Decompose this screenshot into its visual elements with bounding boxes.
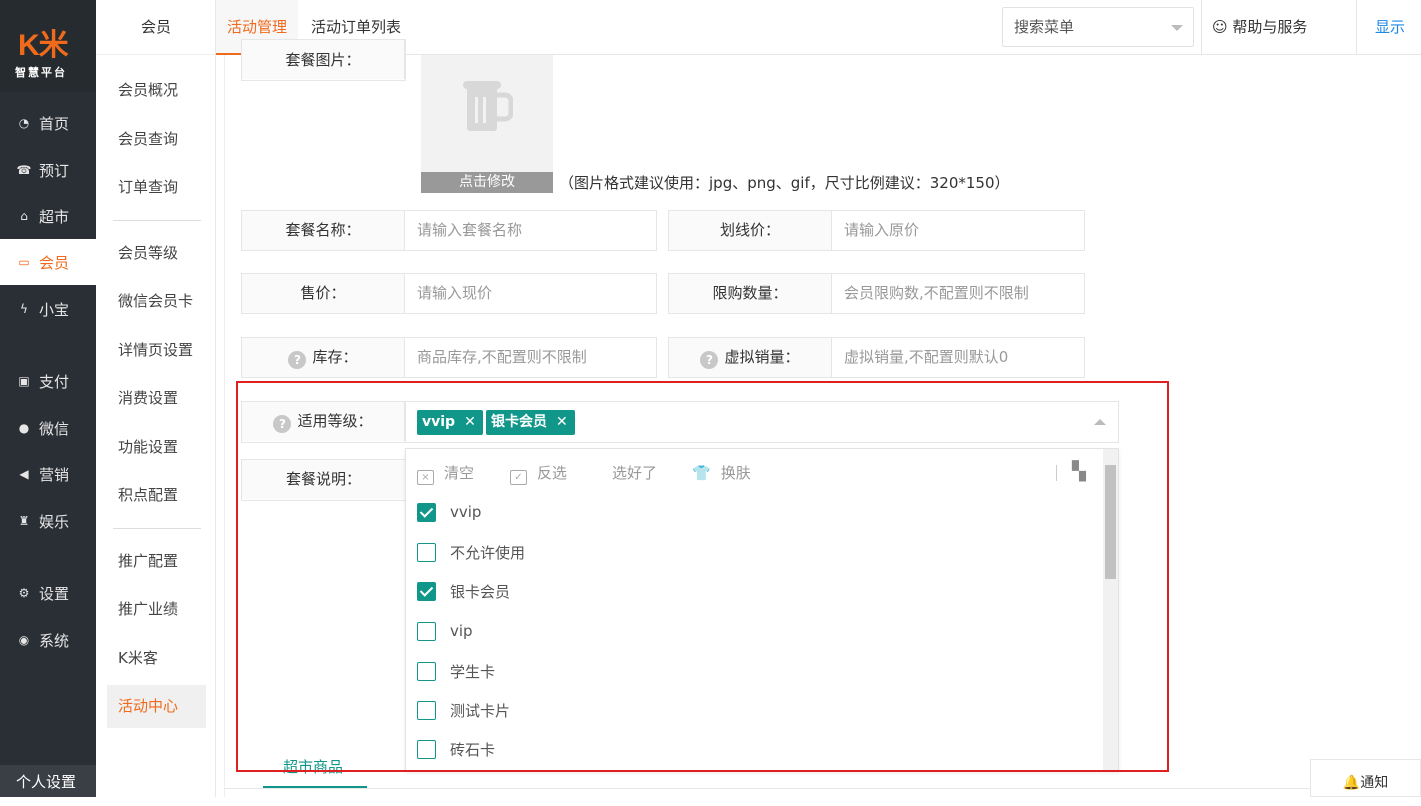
divider: [113, 528, 201, 529]
sub-item[interactable]: 推广业绩: [107, 588, 206, 631]
beer-icon: [463, 81, 513, 131]
sub-item[interactable]: 微信会员卡: [107, 280, 206, 323]
help-label: 帮助与服务: [1232, 18, 1308, 36]
field-label: ? 库存：: [242, 338, 405, 377]
nav-settings[interactable]: ⚙ 设置: [0, 570, 96, 616]
nav-label: 会员: [39, 253, 70, 272]
divider: [225, 788, 1405, 789]
original-price-input[interactable]: 请输入原价: [844, 211, 919, 250]
sub-item[interactable]: 会员等级: [107, 232, 206, 275]
sub-item[interactable]: 消费设置: [107, 377, 206, 420]
nav-wechat[interactable]: ● 微信: [0, 405, 96, 451]
sub-item[interactable]: 订单查询: [107, 166, 206, 209]
notify-button[interactable]: 🔔通知: [1310, 759, 1421, 797]
limit-field[interactable]: 限购数量： 会员限购数,不配置则不限制: [668, 273, 1085, 314]
help-icon[interactable]: ?: [288, 351, 307, 369]
nav-market[interactable]: ⌂ 超市: [0, 193, 96, 239]
brand-logo[interactable]: K米 智慧平台: [0, 0, 96, 92]
nav-label: 小宝: [39, 300, 70, 319]
nav-label: 预订: [39, 161, 70, 180]
xiaobao-icon: ϟ: [20, 302, 28, 316]
field-label: 套餐名称：: [242, 211, 405, 250]
field-label-text: 虚拟销量：: [724, 348, 800, 366]
help-link[interactable]: ☺ 帮助与服务: [1212, 0, 1307, 55]
highlight-box: [236, 381, 1169, 772]
field-label: 划线价：: [669, 211, 832, 250]
name-field[interactable]: 套餐名称： 请输入套餐名称: [241, 210, 657, 251]
nav-booking[interactable]: ☎ 预订: [0, 147, 96, 193]
sub-item-activity-center[interactable]: 活动中心: [107, 685, 206, 728]
package-image[interactable]: 点击修改: [421, 55, 553, 193]
notify-label: 通知: [1360, 775, 1389, 791]
image-field-label: 套餐图片：: [241, 39, 406, 81]
field-label: 套餐图片：: [242, 40, 405, 79]
nav-label: 支付: [39, 372, 70, 391]
divider: [1356, 0, 1357, 55]
original-price-field[interactable]: 划线价： 请输入原价: [668, 210, 1085, 251]
main-sidebar: K米 智慧平台 ◔ 首页 ☎ 预订 ⌂ 超市 ▭ 会员 ϟ 小宝 ▣ 支付 ● 微信 ◀ 营销 …: [0, 0, 96, 797]
sub-item[interactable]: 积点配置: [107, 474, 206, 517]
edit-image-button[interactable]: 点击修改: [421, 172, 553, 193]
sub-item[interactable]: 推广配置: [107, 540, 206, 583]
virtual-sales-field[interactable]: ? 虚拟销量： 虚拟销量,不配置则默认0: [668, 337, 1085, 378]
nav-label: 营销: [39, 465, 70, 484]
stock-field[interactable]: ? 库存： 商品库存,不配置则不限制: [241, 337, 657, 378]
limit-input[interactable]: 会员限购数,不配置则不限制: [844, 274, 1029, 313]
nav-system[interactable]: ◉ 系统: [0, 617, 96, 663]
money-icon: ▣: [18, 374, 30, 388]
nav-home[interactable]: ◔ 首页: [0, 100, 96, 146]
bell-icon: 🔔: [1342, 775, 1361, 791]
show-link[interactable]: 显示: [1375, 0, 1405, 55]
dashboard-icon: ◔: [18, 116, 30, 130]
nav-label: 娱乐: [39, 512, 70, 531]
nav-xiaobao[interactable]: ϟ 小宝: [0, 286, 96, 332]
price-input[interactable]: 请输入现价: [417, 274, 492, 313]
card-icon: ▭: [18, 255, 30, 269]
nav-label: 首页: [39, 114, 70, 133]
nav-label: 微信: [39, 419, 70, 438]
sub-sidebar-title: 会员: [96, 0, 216, 55]
field-label: 售价：: [242, 274, 405, 313]
phone-icon: ☎: [16, 163, 32, 177]
sub-sidebar: 会员 会员概况 会员查询 订单查询 会员等级 微信会员卡 详情页设置 消费设置 …: [96, 0, 216, 797]
gear-icon: ⚙: [18, 586, 30, 600]
logo-mark: K米: [18, 29, 69, 62]
nav-member[interactable]: ▭ 会员: [0, 239, 96, 285]
nav-entertainment[interactable]: ♜ 娱乐: [0, 498, 96, 544]
nav-label: 系统: [39, 631, 70, 650]
image-hint: （图片格式建议使用：jpg、png、gif，尺寸比例建议：320*150）: [559, 174, 1010, 192]
logo-subtitle: 智慧平台: [15, 66, 67, 79]
sub-item[interactable]: 详情页设置: [107, 329, 206, 372]
field-label: ? 虚拟销量：: [669, 338, 832, 377]
field-label-text: 库存：: [312, 348, 358, 366]
chevron-down-icon: [1171, 25, 1183, 31]
nav-pay[interactable]: ▣ 支付: [0, 358, 96, 404]
basket-icon: ⌂: [20, 209, 28, 223]
sub-item[interactable]: 会员概况: [107, 69, 206, 112]
sub-item[interactable]: K米客: [107, 637, 206, 680]
sub-item[interactable]: 功能设置: [107, 426, 206, 469]
menu-search-select[interactable]: 搜索菜单: [1002, 7, 1194, 47]
price-field[interactable]: 售价： 请输入现价: [241, 273, 657, 314]
divider: [113, 220, 201, 221]
stock-input[interactable]: 商品库存,不配置则不限制: [417, 338, 587, 377]
ent-icon: ♜: [18, 514, 30, 528]
personal-settings[interactable]: 个人设置: [0, 765, 96, 797]
nav-marketing[interactable]: ◀ 营销: [0, 451, 96, 497]
nav-label: 超市: [39, 207, 70, 226]
system-icon: ◉: [18, 633, 30, 647]
megaphone-icon: ◀: [19, 467, 29, 481]
sub-item[interactable]: 会员查询: [107, 118, 206, 161]
divider: [1201, 0, 1202, 55]
search-text: 搜索菜单: [1014, 18, 1075, 36]
smile-icon: ☺: [1212, 18, 1233, 36]
field-label: 限购数量：: [669, 274, 832, 313]
virtual-sales-input[interactable]: 虚拟销量,不配置则默认0: [844, 338, 1008, 377]
help-icon[interactable]: ?: [700, 351, 719, 369]
nav-label: 设置: [39, 584, 70, 603]
wechat-icon: ●: [18, 421, 30, 435]
name-input[interactable]: 请输入套餐名称: [417, 211, 522, 250]
